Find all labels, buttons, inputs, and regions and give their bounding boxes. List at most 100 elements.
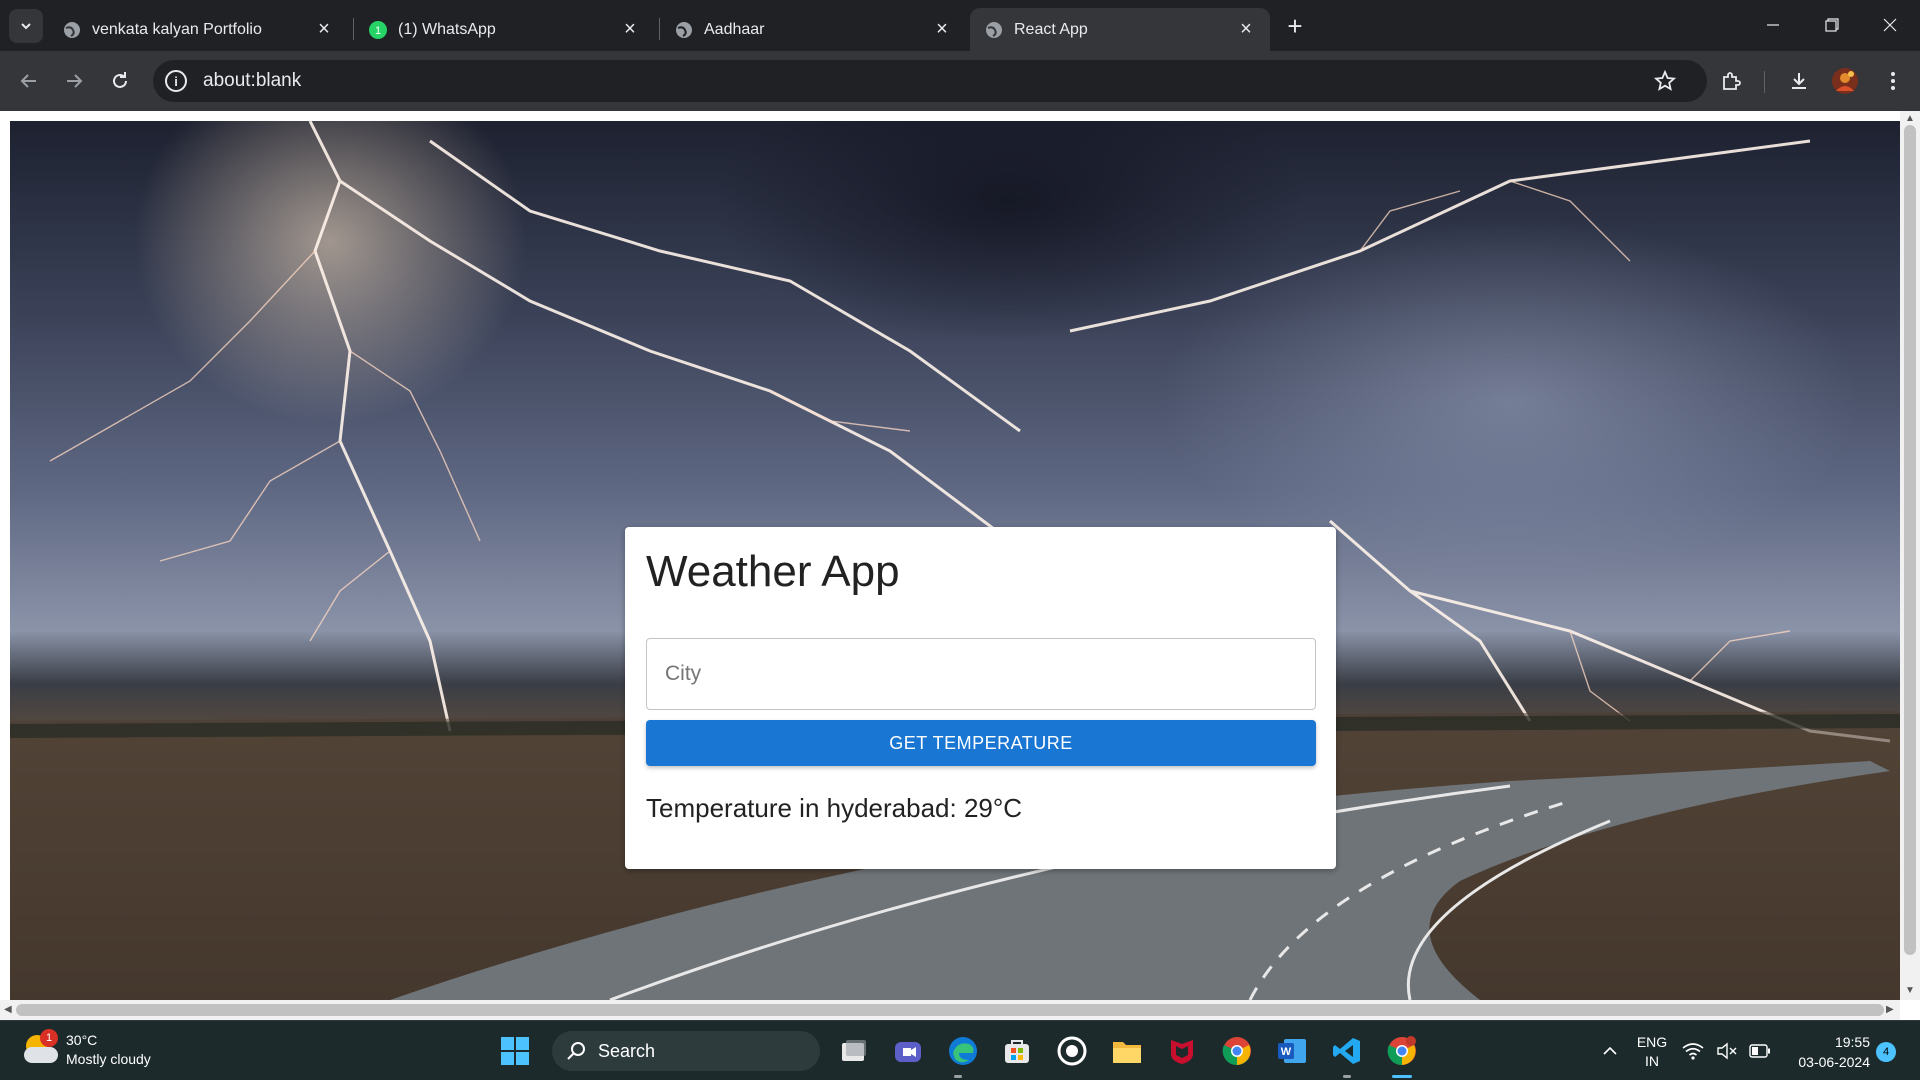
globe-icon: [674, 20, 694, 40]
download-icon: [1792, 73, 1806, 89]
chevron-down-icon: [21, 23, 31, 30]
reload-icon: [113, 72, 127, 88]
tab-aadhaar[interactable]: Aadhaar ×: [660, 8, 966, 51]
site-info-icon[interactable]: i: [165, 70, 187, 92]
restore-button[interactable]: [1817, 12, 1847, 38]
weather-card: Weather App GET TEMPERATURE Temperature …: [625, 527, 1336, 869]
svg-text:W: W: [1281, 1046, 1292, 1058]
file-explorer-icon[interactable]: [1109, 1033, 1145, 1069]
profile-button[interactable]: [1828, 64, 1862, 98]
close-icon[interactable]: ×: [1236, 18, 1256, 40]
notification-badge[interactable]: 4: [1876, 1042, 1896, 1062]
start-button[interactable]: [497, 1033, 533, 1069]
tab-portfolio[interactable]: venkata kalyan Portfolio ×: [48, 8, 348, 51]
get-temperature-button[interactable]: GET TEMPERATURE: [646, 720, 1316, 766]
scrollbar-thumb[interactable]: [16, 1004, 1884, 1016]
city-input[interactable]: [646, 638, 1316, 710]
menu-button[interactable]: [1876, 64, 1910, 98]
task-view-icon[interactable]: [836, 1033, 872, 1069]
close-icon[interactable]: ×: [314, 18, 334, 40]
globe-icon: [984, 20, 1004, 40]
running-indicator: [954, 1075, 962, 1078]
tab-strip: venkata kalyan Portfolio × 1 (1) WhatsAp…: [0, 0, 1920, 51]
more-vertical-icon: [1891, 72, 1895, 90]
search-label: Search: [598, 1040, 656, 1061]
svg-text:1: 1: [375, 25, 381, 37]
weather-badge: 1: [40, 1029, 58, 1047]
language-indicator[interactable]: ENG IN: [1636, 1033, 1668, 1071]
mcafee-icon[interactable]: [1164, 1033, 1200, 1069]
avatar: [1832, 68, 1858, 94]
tab-title: Aadhaar: [704, 20, 765, 38]
lang-bottom: IN: [1645, 1053, 1659, 1069]
tray-chevron-icon[interactable]: [1592, 1033, 1628, 1069]
windows-icon: [501, 1037, 529, 1065]
arrow-right-icon: [67, 74, 83, 88]
globe-icon: [62, 20, 82, 40]
restore-icon: [1825, 18, 1839, 32]
scroll-left-icon[interactable]: ◀: [4, 1004, 12, 1015]
clock-date: 03-06-2024: [1798, 1054, 1870, 1070]
windows-taskbar: 1 30°C Mostly cloudy Search W ENG IN 19:…: [0, 1020, 1920, 1080]
running-indicator: [1343, 1075, 1351, 1078]
active-app-indicator: [1392, 1075, 1412, 1078]
chrome-icon[interactable]: [1219, 1033, 1255, 1069]
minimize-icon: [1767, 24, 1779, 26]
vertical-scrollbar[interactable]: ▲ ▼: [1900, 111, 1920, 1000]
weather-widget[interactable]: 1 30°C Mostly cloudy: [22, 1029, 151, 1069]
app-title: Weather App: [646, 547, 900, 596]
page-viewport: Weather App GET TEMPERATURE Temperature …: [0, 111, 1920, 1020]
lang-top: ENG: [1636, 1034, 1668, 1050]
back-button[interactable]: [12, 64, 46, 98]
storm-background-image: Weather App GET TEMPERATURE Temperature …: [10, 121, 1900, 1000]
partly-cloudy-icon: 1: [22, 1029, 58, 1067]
puzzle-icon: [1723, 72, 1741, 90]
address-bar[interactable]: i about:blank: [153, 60, 1707, 102]
url-text: about:blank: [203, 70, 302, 91]
minimize-button[interactable]: [1758, 12, 1788, 38]
browser-toolbar: i about:blank: [0, 51, 1920, 111]
close-icon: [1883, 18, 1897, 32]
clock-time: 19:55: [1834, 1034, 1870, 1050]
new-tab-button[interactable]: +: [1282, 13, 1308, 40]
arrow-left-icon: [20, 74, 36, 88]
store-icon[interactable]: [999, 1033, 1035, 1069]
edge-icon[interactable]: [945, 1033, 981, 1069]
wifi-icon[interactable]: [1681, 1033, 1705, 1069]
meet-icon[interactable]: [890, 1033, 926, 1069]
volume-muted-icon[interactable]: [1715, 1033, 1739, 1069]
star-icon: [1654, 70, 1676, 91]
tab-title: React App: [1014, 20, 1088, 38]
scroll-down-icon[interactable]: ▼: [1905, 985, 1915, 996]
tab-react-app[interactable]: React App ×: [970, 8, 1270, 51]
search-icon: [567, 1042, 585, 1060]
whatsapp-icon: 1: [368, 20, 388, 40]
forward-button[interactable]: [57, 64, 91, 98]
system-clock[interactable]: 19:55 03-06-2024: [1786, 1032, 1870, 1072]
app-icon[interactable]: [1054, 1033, 1090, 1069]
weather-desc: Mostly cloudy: [66, 1051, 151, 1067]
battery-icon[interactable]: [1748, 1033, 1772, 1069]
temperature-result: Temperature in hyderabad: 29°C: [646, 793, 1023, 823]
bookmark-button[interactable]: [1648, 64, 1682, 98]
tab-search-button[interactable]: [9, 9, 43, 43]
tab-title: (1) WhatsApp: [398, 20, 496, 38]
scrollbar-thumb[interactable]: [1904, 125, 1916, 955]
weather-temp: 30°C: [66, 1032, 98, 1048]
reload-button[interactable]: [103, 64, 137, 98]
scroll-up-icon[interactable]: ▲: [1905, 113, 1915, 124]
tab-title: venkata kalyan Portfolio: [92, 20, 262, 38]
tab-whatsapp[interactable]: 1 (1) WhatsApp ×: [354, 8, 654, 51]
close-window-button[interactable]: [1875, 12, 1905, 38]
close-icon[interactable]: ×: [620, 18, 640, 40]
extensions-button[interactable]: [1714, 64, 1748, 98]
close-icon[interactable]: ×: [932, 18, 952, 40]
taskbar-search[interactable]: Search: [552, 1031, 820, 1071]
toolbar-separator: [1764, 71, 1765, 93]
downloads-button[interactable]: [1782, 64, 1816, 98]
chrome-active-icon[interactable]: [1384, 1033, 1420, 1069]
word-icon[interactable]: W: [1274, 1033, 1310, 1069]
vscode-icon[interactable]: [1329, 1033, 1365, 1069]
horizontal-scrollbar[interactable]: ◀ ▶: [0, 1000, 1900, 1020]
scroll-right-icon[interactable]: ▶: [1886, 1004, 1894, 1015]
